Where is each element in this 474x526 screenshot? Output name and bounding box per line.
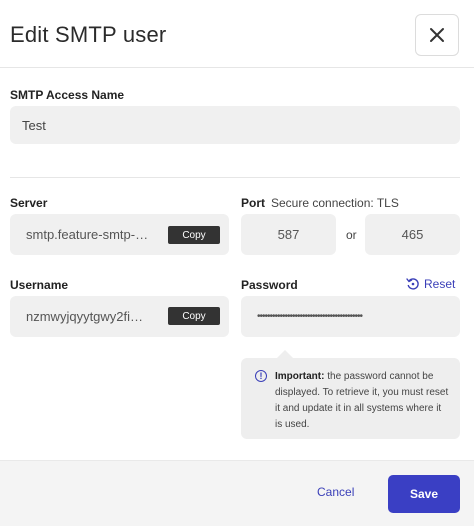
password-label: Password [241, 278, 298, 292]
copy-server-button[interactable]: Copy [168, 226, 220, 244]
username-label: Username [10, 278, 69, 292]
section-divider [10, 177, 460, 178]
server-value: smtp.feature-smtp-rel... [26, 227, 150, 242]
info-message: Important: the password cannot be displa… [275, 369, 451, 433]
password-field[interactable]: ••••••••••••••••••••••••••••••••••••••••… [241, 296, 460, 337]
port-label: Port Secure connection: TLS [241, 196, 399, 210]
or-text: or [346, 228, 357, 242]
reset-label: Reset [424, 277, 456, 291]
cancel-button[interactable]: Cancel [317, 485, 354, 499]
info-icon: ! [255, 370, 267, 382]
access-name-label: SMTP Access Name [10, 88, 125, 102]
password-info-box: ! Important: the password cannot be disp… [241, 350, 460, 439]
port-465-value: 465 [401, 227, 424, 242]
copy-username-button[interactable]: Copy [168, 307, 220, 325]
dialog-title: Edit SMTP user [10, 22, 167, 47]
port-587-box: 587 [241, 214, 336, 255]
save-button[interactable]: Save [388, 475, 460, 513]
username-value: nzmwyjqyytgwy2fi@m... [26, 309, 150, 324]
port-587-value: 587 [277, 227, 300, 242]
access-name-value: Test [22, 117, 46, 133]
close-button[interactable] [415, 14, 459, 56]
access-name-input[interactable]: Test [10, 106, 460, 144]
port-465-box: 465 [365, 214, 460, 255]
info-important-label: Important: [275, 371, 325, 382]
dialog-header: Edit SMTP user [0, 0, 474, 68]
secure-connection-text: Secure connection: TLS [271, 196, 399, 210]
reset-icon [406, 278, 419, 290]
close-icon [430, 28, 444, 42]
password-value: ••••••••••••••••••••••••••••••••••••••••… [257, 311, 363, 322]
reset-password-button[interactable]: Reset [406, 277, 455, 291]
server-label: Server [10, 196, 48, 210]
port-label-text: Port [241, 196, 265, 210]
